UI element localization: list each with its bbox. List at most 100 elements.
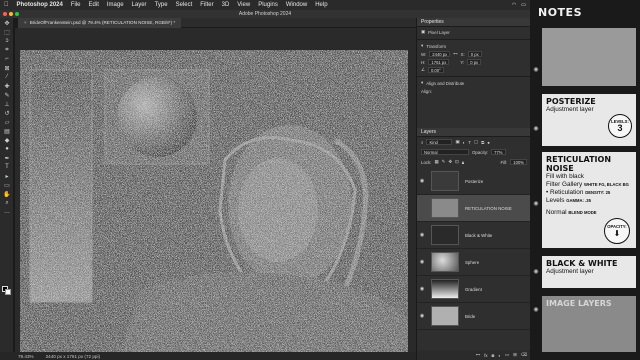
close-window-button[interactable] (3, 12, 7, 16)
group-icon[interactable]: ▭ (505, 352, 509, 358)
blend-mode-select[interactable]: Normal (421, 149, 469, 155)
document-tab[interactable]: × BrideOfFrankenstein.psd @ 79.4% (RETICU… (18, 18, 182, 28)
menu-select[interactable]: Select (176, 2, 193, 8)
eraser-tool-icon[interactable]: ▱ (2, 118, 12, 126)
transform-wh-row: W: 2440 px ⊷ X: 0 px (417, 50, 530, 58)
marquee-tool-icon[interactable]: ⬚ (2, 28, 12, 36)
layer-row-black-white[interactable]: ◉ Black & White (417, 222, 531, 249)
add-mask-icon[interactable]: ◙ (492, 353, 495, 358)
visibility-eye-icon[interactable]: ◉ (417, 286, 427, 292)
opacity-label: Opacity: (472, 149, 489, 155)
new-layer-icon[interactable]: ⊞ (513, 352, 517, 358)
pen-tool-icon[interactable]: ✒ (2, 154, 12, 162)
visibility-eye-icon[interactable]: ◉ (417, 259, 427, 265)
hand-tool-icon[interactable]: ✋ (2, 190, 12, 198)
visibility-eye-icon[interactable]: ◉ (417, 232, 427, 238)
object-select-tool-icon[interactable]: ⌗ (2, 46, 12, 54)
layers-panel-header[interactable]: Layers (417, 128, 531, 137)
healing-brush-tool-icon[interactable]: ✚ (2, 82, 12, 90)
menu-image[interactable]: Image (107, 2, 124, 8)
lock-pixels-icon[interactable]: ▦ (435, 159, 439, 165)
menu-3d[interactable]: 3D (222, 2, 230, 8)
document-canvas[interactable] (20, 50, 408, 358)
note-reticulation-row: • Reticulation DENSITY: 25 (546, 189, 632, 197)
align-header[interactable]: ▾ Align and Distribute (417, 79, 530, 87)
zoom-window-button[interactable] (15, 12, 19, 16)
link-icon[interactable]: ⊷ (453, 51, 457, 57)
visibility-eye-icon[interactable]: ◉ (417, 313, 427, 319)
close-tab-icon[interactable]: × (24, 20, 27, 25)
fill-field[interactable]: 100% (510, 159, 527, 165)
x-field[interactable]: 0 px (467, 51, 482, 57)
note-fill: Fill with black (546, 173, 584, 180)
opacity-field[interactable]: 77% (491, 149, 506, 155)
properties-panel-header[interactable]: Properties (417, 18, 530, 27)
battery-icon[interactable]: ▭ (521, 2, 526, 8)
crop-tool-icon[interactable]: ⌐ (2, 55, 12, 63)
lock-all-icon[interactable]: 🔒︎ (462, 160, 464, 165)
width-field[interactable]: 2440 px (429, 51, 451, 57)
layer-row-reticulation-noise[interactable]: RETICULATION NOISE (417, 195, 531, 222)
filter-pixel-icon[interactable]: ▣ (455, 139, 459, 145)
menu-plugins[interactable]: Plugins (258, 2, 278, 8)
type-tool-icon[interactable]: T (2, 163, 12, 171)
layer-row-gradient[interactable]: ◉ Gradient (417, 276, 531, 303)
apple-icon[interactable]:  (4, 2, 9, 8)
frame-tool-icon[interactable]: ⊠ (2, 64, 12, 72)
menu-help[interactable]: Help (315, 2, 327, 8)
menu-layer[interactable]: Layer (132, 2, 147, 8)
menu-view[interactable]: View (237, 2, 250, 8)
height-field[interactable]: 1761 px (428, 59, 450, 65)
canvas-artwork (20, 50, 408, 358)
layer-thumbnail (431, 198, 459, 218)
lock-position-icon[interactable]: ✥ (448, 159, 452, 165)
angle-field[interactable]: 0.00° (427, 67, 444, 73)
visibility-eye-icon[interactable] (417, 205, 427, 211)
menu-app-name[interactable]: Photoshop 2024 (17, 2, 63, 8)
dodge-tool-icon[interactable]: ● (2, 145, 12, 153)
menu-window[interactable]: Window (286, 2, 307, 8)
zoom-tool-icon[interactable]: ⌕ (2, 199, 12, 207)
kind-filter-select[interactable]: Kind (426, 139, 453, 145)
blur-tool-icon[interactable]: ◆ (2, 136, 12, 144)
y-field[interactable]: 0 px (467, 59, 482, 65)
layer-row-sphere[interactable]: ◉ Sphere (417, 249, 531, 276)
brush-tool-icon[interactable]: ✎ (2, 91, 12, 99)
lasso-tool-icon[interactable]: ↄ (2, 37, 12, 45)
adjustment-layer-icon[interactable]: ◐ (498, 353, 501, 358)
note-card-image-layers: IMAGE LAYERS (542, 296, 636, 352)
visibility-eye-icon[interactable]: ◉ (417, 178, 427, 184)
filter-shape-icon[interactable]: ▢ (474, 139, 478, 145)
menu-filter[interactable]: Filter (200, 2, 213, 8)
lock-artboard-icon[interactable]: ⊡ (455, 159, 459, 165)
menu-file[interactable]: File (71, 2, 81, 8)
path-select-tool-icon[interactable]: ▸ (2, 172, 12, 180)
filter-toggle-icon[interactable]: ● (487, 140, 490, 145)
link-layers-icon[interactable]: ⊷ (476, 352, 480, 358)
transform-header[interactable]: ▾ Transform (417, 42, 530, 50)
properties-kind: Pixel Layer (428, 29, 450, 35)
trash-icon[interactable]: ⌫ (521, 352, 527, 358)
lock-paint-icon[interactable]: ✎ (442, 159, 446, 165)
move-tool-icon[interactable]: ✥ (2, 19, 12, 27)
menu-edit[interactable]: Edit (89, 2, 99, 8)
more-tools-icon[interactable]: … (2, 208, 12, 216)
menu-type[interactable]: Type (155, 2, 168, 8)
gradient-tool-icon[interactable]: ▤ (2, 127, 12, 135)
eyedropper-tool-icon[interactable]: ⁄ (2, 73, 12, 81)
clone-stamp-tool-icon[interactable]: ⊥ (2, 100, 12, 108)
fx-button[interactable]: fx (484, 353, 487, 358)
note-title-bw: BLACK & WHITE (546, 259, 618, 268)
filter-type-icon[interactable]: T (468, 140, 471, 145)
history-brush-tool-icon[interactable]: ↺ (2, 109, 12, 117)
minimize-window-button[interactable] (9, 12, 13, 16)
background-color-swatch[interactable] (5, 289, 11, 295)
filter-adjust-icon[interactable]: ◐ (463, 140, 466, 145)
filter-smart-icon[interactable]: ⧉ (481, 140, 484, 145)
wifi-icon[interactable]: ◠ (512, 2, 516, 8)
layer-row-posterize[interactable]: ◉ Posterize (417, 168, 531, 195)
document-info[interactable]: 2440 px x 1761 px (72 ppi) (46, 354, 100, 359)
zoom-level[interactable]: 79.43% (18, 354, 34, 359)
layer-row-bride[interactable]: ◉ Bride (417, 303, 531, 330)
rectangle-tool-icon[interactable]: ▭ (2, 181, 12, 189)
